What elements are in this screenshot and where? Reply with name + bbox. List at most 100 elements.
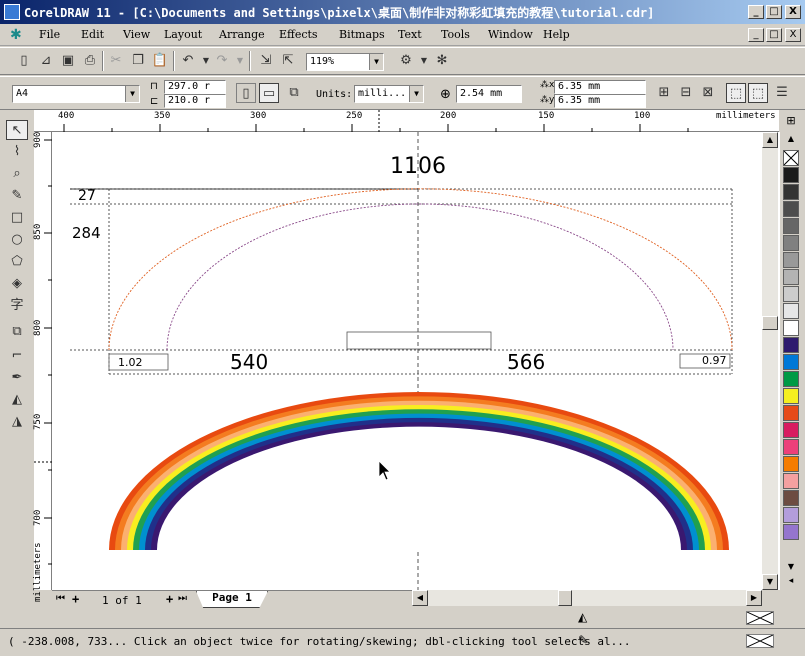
palette-swatch[interactable] [783,201,799,217]
rainbow-shape[interactable] [109,392,729,550]
page-width-input[interactable]: 297.0 r [164,80,226,94]
menu-effects[interactable]: Effects [279,28,318,41]
page-height-input[interactable]: 210.0 r [164,94,226,108]
new-document-icon[interactable]: ▯ [14,51,34,71]
baseline-marker[interactable] [346,331,492,350]
interactive-blend-tool-icon[interactable]: ⧉ [6,322,28,342]
document-icon[interactable]: ✱ [10,27,22,43]
menu-help[interactable]: Help [543,28,570,41]
scroll-down-icon[interactable]: ▼ [762,574,778,590]
shape-tool-icon[interactable]: ⌇ [6,142,28,162]
minimize-button[interactable]: _ [748,5,764,19]
interactive-fill-tool-icon[interactable]: ◮ [6,412,28,432]
doc-restore-button[interactable]: □ [766,28,782,42]
chevron-down-icon[interactable]: ▼ [125,86,139,102]
horizontal-ruler[interactable]: 400 350 300 250 200 150 100 millimeters [34,110,779,132]
redo-dropdown-icon[interactable]: ▼ [230,51,250,71]
palette-swatch[interactable] [783,184,799,200]
polygon-tool-icon[interactable]: ⬠ [6,252,28,272]
outline-none-swatch[interactable] [746,634,774,648]
fill-color-icon[interactable]: ◭ [578,610,587,624]
redo-icon[interactable]: ↷ [212,51,232,71]
scroll-left-icon[interactable]: ◀ [412,590,428,606]
navigator-icon[interactable] [762,590,778,606]
undo-icon[interactable]: ↶ [178,51,198,71]
snap-to-objects-icon[interactable]: ⊠ [698,83,718,103]
palette-swatch[interactable] [783,252,799,268]
print-icon[interactable]: ⎙ [80,51,100,71]
palette-swatch[interactable] [783,354,799,370]
doc-close-button[interactable]: X [785,28,801,42]
doc-minimize-button[interactable]: _ [748,28,764,42]
landscape-icon[interactable]: ▭ [259,83,279,103]
palette-swatch[interactable] [783,371,799,387]
palette-no-color-swatch[interactable] [783,150,799,166]
menu-tools[interactable]: Tools [441,28,470,41]
chevron-down-icon[interactable]: ▼ [369,54,383,70]
rectangle-tool-icon[interactable]: □ [6,208,28,228]
nudge-offset-input[interactable]: 2.54 mm [456,85,522,103]
menu-layout[interactable]: Layout [164,28,202,41]
scroll-right-icon[interactable]: ▶ [746,590,762,606]
palette-swatch[interactable] [783,524,799,540]
horizontal-scrollbar[interactable]: ◀ ▶ [412,590,762,606]
palette-swatch[interactable] [783,286,799,302]
fill-tool-icon[interactable]: ◭ [6,390,28,410]
launcher-dropdown-icon[interactable]: ▼ [414,51,434,71]
maximize-button[interactable]: □ [766,5,782,19]
pick-tool-icon[interactable]: ↖ [6,120,28,140]
eyedropper-tool-icon[interactable]: ⌐ [6,346,28,366]
open-icon[interactable]: ⊿ [36,51,56,71]
vertical-ruler[interactable]: 900 850 800 750 700 millimeters [33,132,52,602]
vertical-scroll-thumb[interactable] [762,316,778,330]
palette-swatch[interactable] [783,439,799,455]
text-tool-icon[interactable]: 字 [6,296,28,316]
palette-swatch[interactable] [783,507,799,523]
palette-swatch[interactable] [783,269,799,285]
outline-tool-icon[interactable]: ✒ [6,368,28,388]
basic-shapes-tool-icon[interactable]: ◈ [6,274,28,294]
outer-guide-arc[interactable] [108,188,733,351]
palette-swatch[interactable] [783,337,799,353]
freehand-tool-icon[interactable]: ✎ [6,186,28,206]
first-page-icon[interactable]: ⏮ [56,593,65,604]
units-select[interactable]: milli... ▼ [354,85,424,103]
snap-to-grid-icon[interactable]: ⊞ [654,83,674,103]
vertical-scrollbar[interactable]: ▲ ▼ [762,132,778,590]
menu-arrange[interactable]: Arrange [219,28,265,41]
duplicate-y-input[interactable]: 6.35 mm [554,94,646,108]
menu-file[interactable]: File [39,28,60,41]
copy-icon[interactable]: ❐ [128,51,148,71]
corel-online-icon[interactable]: ✻ [432,51,452,71]
portrait-icon[interactable]: ▯ [236,83,256,103]
palette-expand-icon[interactable]: ◂ [783,576,799,588]
all-pages-icon[interactable]: ⧉ [284,83,304,103]
drawing-canvas[interactable]: 1106 27 284 540 566 1.02 0.97 [52,132,780,590]
paper-type-select[interactable]: A4 ▼ [12,85,140,103]
fill-none-swatch[interactable] [746,611,774,625]
ellipse-tool-icon[interactable]: ○ [6,230,28,250]
close-button[interactable]: X [785,5,801,19]
menu-window[interactable]: Window [488,28,533,41]
inner-guide-arc[interactable] [166,203,674,351]
horizontal-scroll-thumb[interactable] [558,590,572,606]
save-icon[interactable]: ▣ [58,51,78,71]
palette-swatch[interactable] [783,167,799,183]
menu-bitmaps[interactable]: Bitmaps [339,28,385,41]
options-icon[interactable]: ☰ [772,83,792,103]
coreldraw-app-icon[interactable] [4,4,20,20]
palette-swatch[interactable] [783,388,799,404]
add-page-after-icon[interactable]: + [166,592,173,606]
tab-page-1[interactable]: Page 1 [196,591,268,608]
zoom-level-select[interactable]: 119% ▼ [306,53,384,71]
palette-swatch[interactable] [783,473,799,489]
palette-swatch[interactable] [783,235,799,251]
zoom-tool-icon[interactable]: ⌕ [6,164,28,184]
chevron-down-icon[interactable]: ▼ [409,86,423,102]
palette-swatch[interactable] [783,456,799,472]
palette-swatch[interactable] [783,218,799,234]
paste-icon[interactable]: 📋 [150,51,170,71]
import-icon[interactable]: ⇲ [256,51,276,71]
menu-view[interactable]: View [123,28,150,41]
cut-icon[interactable]: ✂ [106,51,126,71]
